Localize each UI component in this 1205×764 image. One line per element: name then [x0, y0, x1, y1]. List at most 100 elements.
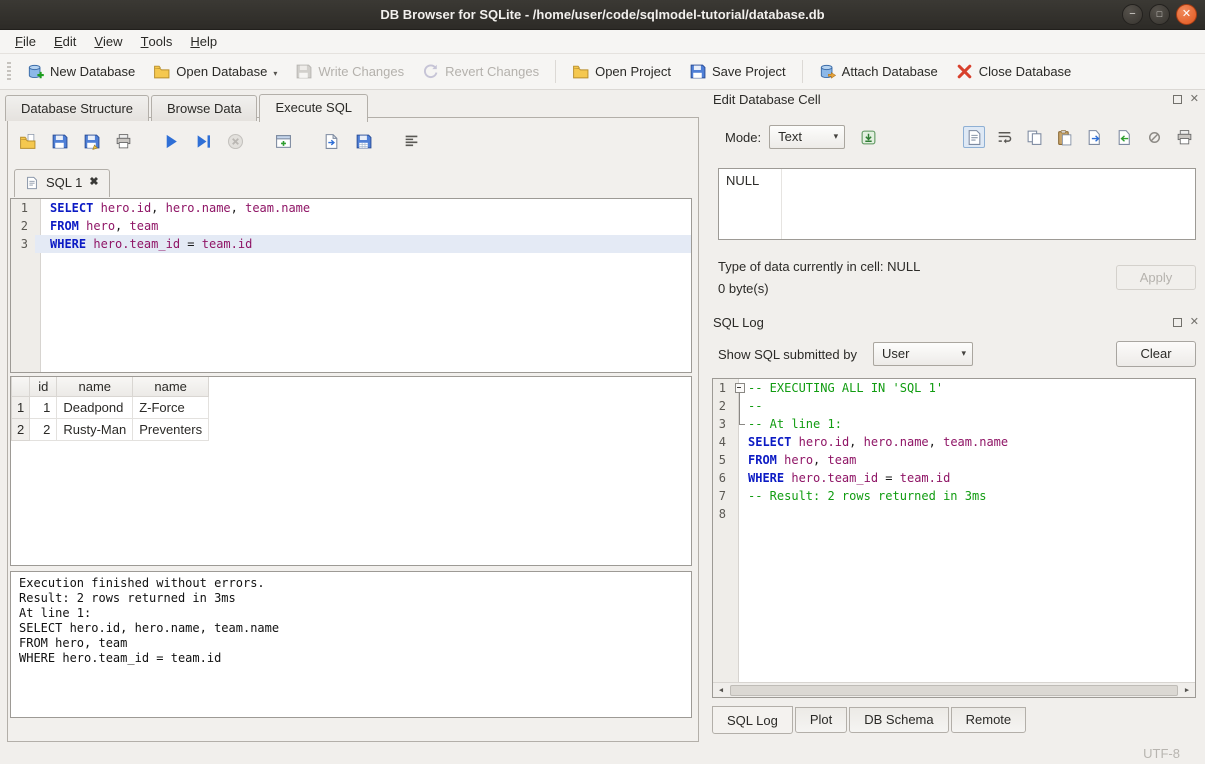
edit-text-mode-icon[interactable]: [963, 126, 985, 148]
close-database-button[interactable]: Close Database: [947, 58, 1081, 85]
column-header-id[interactable]: id: [30, 377, 57, 397]
scrollbar-thumb[interactable]: [730, 685, 1178, 696]
attach-database-button[interactable]: Attach Database: [810, 58, 947, 85]
titlebar[interactable]: DB Browser for SQLite - /home/user/code/…: [0, 0, 1205, 30]
close-dock-icon[interactable]: ✕: [1190, 95, 1199, 104]
execute-all-button[interactable]: [160, 130, 182, 152]
save-sql-file-as-button[interactable]: [80, 130, 102, 152]
db-attach-icon: [819, 63, 836, 80]
code-line: 1SELECT hero.id, hero.name, team.name: [11, 199, 691, 217]
cell[interactable]: Preventers: [133, 419, 209, 441]
column-header-name[interactable]: name: [57, 377, 133, 397]
menu-item-file[interactable]: File: [6, 30, 45, 53]
close-dock-icon[interactable]: ✕: [1190, 318, 1199, 327]
write-changes-button[interactable]: Write Changes: [286, 58, 413, 85]
revert-changes-button[interactable]: Revert Changes: [413, 58, 548, 85]
code-text: -- Result: 2 rows returned in 3ms: [733, 487, 1195, 505]
dropdown-arrow-icon[interactable]: ▾: [273, 69, 277, 80]
tab-execute-sql[interactable]: Execute SQL: [259, 94, 368, 122]
cell[interactable]: Z-Force: [133, 397, 209, 419]
fold-marker-icon[interactable]: [733, 397, 748, 415]
fold-marker-icon[interactable]: [733, 415, 748, 433]
write-changes-label: Write Changes: [318, 64, 404, 79]
edit-cell-toolbar: Mode: Text: [725, 124, 1195, 150]
save-sql-file-button[interactable]: [48, 130, 70, 152]
close-window-button[interactable]: ✕: [1176, 4, 1197, 25]
open-sql-file-button[interactable]: [16, 130, 38, 152]
import-cell-data-icon[interactable]: [1113, 126, 1135, 148]
horizontal-scrollbar[interactable]: ◀ ▶: [713, 682, 1195, 697]
menu-item-tools[interactable]: Tools: [132, 30, 182, 53]
export-cell-data-icon[interactable]: [1083, 126, 1105, 148]
floppy-gray-icon: [295, 63, 312, 80]
new-database-button[interactable]: New Database: [18, 58, 144, 85]
scroll-right-arrow[interactable]: ▶: [1179, 686, 1195, 694]
print-sql-button[interactable]: [112, 130, 134, 152]
tab-browse-data[interactable]: Browse Data: [151, 95, 257, 121]
cell-editor-settings-icon[interactable]: [857, 126, 879, 148]
sql-log-title: SQL Log: [713, 315, 764, 330]
open-new-tab-button[interactable]: [272, 130, 294, 152]
execute-current-line-button[interactable]: [192, 130, 214, 152]
sql-editor-tab[interactable]: SQL 1 ✖: [14, 169, 110, 197]
cell-editor[interactable]: NULL: [718, 168, 1196, 240]
float-dock-icon[interactable]: [1173, 318, 1182, 327]
main-toolbar: New DatabaseOpen Database▾ Write Changes R…: [0, 54, 1205, 90]
submitted-by-select[interactable]: User: [873, 342, 973, 366]
row-number[interactable]: 2: [12, 419, 30, 441]
code-line: 8: [713, 505, 1195, 523]
dock-tab-plot[interactable]: Plot: [795, 707, 847, 733]
clear-log-button[interactable]: Clear: [1116, 341, 1196, 367]
float-dock-icon[interactable]: [1173, 95, 1182, 104]
open-project-button[interactable]: Open Project: [563, 58, 680, 85]
cell[interactable]: Rusty-Man: [57, 419, 133, 441]
folder-icon: [153, 63, 170, 80]
toolbar-separator: [555, 60, 556, 83]
save-results-button[interactable]: [352, 130, 374, 152]
stop-execution-button[interactable]: [224, 130, 246, 152]
line-number: 6: [713, 469, 733, 487]
set-cell-null-icon[interactable]: [1143, 126, 1165, 148]
save-project-button[interactable]: Save Project: [680, 58, 795, 85]
cell[interactable]: Deadpond: [57, 397, 133, 419]
code-segments: -- EXECUTING ALL IN 'SQL 1': [748, 379, 943, 397]
sql-editor[interactable]: 1SELECT hero.id, hero.name, team.name2FR…: [10, 198, 692, 373]
cell[interactable]: 1: [30, 397, 57, 419]
grid-corner[interactable]: [12, 377, 30, 397]
code-text: FROM hero, team: [35, 217, 691, 235]
word-wrap-icon[interactable]: [993, 126, 1015, 148]
apply-button[interactable]: Apply: [1116, 265, 1196, 290]
copy-cell-icon[interactable]: [1023, 126, 1045, 148]
mode-select[interactable]: Text: [769, 125, 845, 149]
fold-margin: [733, 451, 748, 469]
fold-margin: [733, 487, 748, 505]
format-sql-button[interactable]: [400, 130, 422, 152]
menu-item-help[interactable]: Help: [181, 30, 226, 53]
tab-database-structure[interactable]: Database Structure: [5, 95, 149, 121]
row-number[interactable]: 1: [12, 397, 30, 419]
dock-tab-sql-log[interactable]: SQL Log: [712, 706, 793, 734]
paste-cell-icon[interactable]: [1053, 126, 1075, 148]
column-header-name[interactable]: name: [133, 377, 209, 397]
save-project-label: Save Project: [712, 64, 786, 79]
open-sql-in-new-tab-button[interactable]: [320, 130, 342, 152]
open-database-button[interactable]: Open Database▾: [144, 58, 286, 85]
print-cell-icon[interactable]: [1173, 126, 1195, 148]
results-grid[interactable]: idnamename11DeadpondZ-Force22Rusty-ManPr…: [10, 376, 692, 566]
code-segments: WHERE hero.team_id = team.id: [748, 469, 950, 487]
dock-tab-db-schema[interactable]: DB Schema: [849, 707, 948, 733]
toolbar-drag-handle[interactable]: [7, 62, 11, 82]
maximize-button[interactable]: □: [1149, 4, 1170, 25]
scroll-left-arrow[interactable]: ◀: [713, 686, 729, 694]
close-tab-icon[interactable]: ✖: [89, 177, 98, 188]
execution-message[interactable]: Execution finished without errors. Resul…: [10, 571, 692, 718]
minimize-button[interactable]: −: [1122, 4, 1143, 25]
cell[interactable]: 2: [30, 419, 57, 441]
dock-tab-remote[interactable]: Remote: [951, 707, 1027, 733]
sql-log-view[interactable]: 1-- EXECUTING ALL IN 'SQL 1'2--3-- At li…: [712, 378, 1196, 698]
menu-item-view[interactable]: View: [85, 30, 131, 53]
line-number: 2: [713, 397, 733, 415]
edit-cell-dock-header: Edit Database Cell ✕: [713, 92, 1199, 107]
menu-item-edit[interactable]: Edit: [45, 30, 85, 53]
fold-marker-icon[interactable]: [733, 379, 748, 397]
